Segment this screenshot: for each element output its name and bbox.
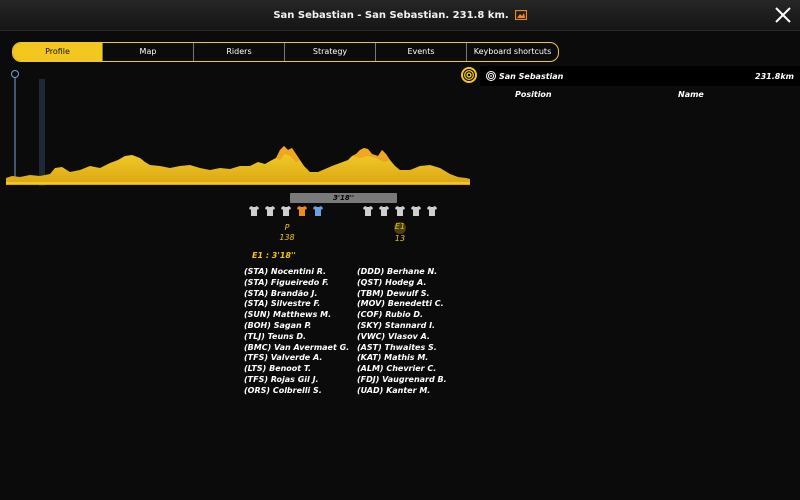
rider-name[interactable]: (STA) Silvestre F. [244,299,349,310]
rider-name[interactable]: (AST) Thwaites S. [357,343,447,354]
race-distance: 231.8km [755,71,794,81]
jersey-icon[interactable] [248,205,260,217]
rider-name[interactable]: (COF) Rubio D. [357,310,447,321]
rider-name[interactable]: (STA) Nocentini R. [244,267,349,278]
column-position[interactable]: Position [515,90,552,99]
rider-name[interactable]: (TFS) Valverde A. [244,353,349,364]
profile-elevation [6,146,470,185]
rider-name[interactable]: (STA) Brandão J. [244,289,349,300]
group-position-bar [39,79,45,186]
rider-name[interactable]: (TBM) Dewulf S. [357,289,447,300]
escape-riders-right: (DDD) Berhane N. (QST) Hodeg A. (TBM) De… [357,267,447,397]
race-row[interactable]: San Sebastian 231.8km [480,66,800,86]
position-marker-icon [11,70,19,78]
jersey-icon[interactable] [312,205,324,217]
escape-riders-left: (STA) Nocentini R. (STA) Figueiredo F. (… [244,267,349,397]
peloton-group[interactable]: P 138 [276,223,298,243]
jersey-icon[interactable] [362,205,374,217]
tab-events[interactable]: Events [376,43,467,61]
tab-riders[interactable]: Riders [194,43,285,61]
jersey-icon[interactable] [426,205,438,217]
tab-profile[interactable]: Profile [13,43,103,61]
tab-bar: Profile Map Riders Strategy Events Keybo… [12,42,559,62]
rider-name[interactable]: (VWC) Vlasov A. [357,332,447,343]
rider-name[interactable]: (TLJ) Teuns D. [244,332,349,343]
profile-baseline [6,182,470,184]
tab-strategy[interactable]: Strategy [285,43,376,61]
rider-name[interactable]: (ORS) Colbrelli S. [244,386,349,397]
tab-map[interactable]: Map [103,43,194,61]
jersey-icon[interactable] [378,205,390,217]
rider-name[interactable]: (BOH) Sagan P. [244,321,349,332]
rider-name[interactable]: (DDD) Berhane N. [357,267,447,278]
title-bar: San Sebastian - San Sebastian. 231.8 km. [0,0,800,31]
rider-name[interactable]: (MOV) Benedetti C. [357,299,447,310]
rider-name[interactable]: (BMC) Van Avermaet G. [244,343,349,354]
column-name[interactable]: Name [678,90,704,99]
jersey-icon[interactable] [280,205,292,217]
rider-name[interactable]: (LTS) Benoot T. [244,364,349,375]
escape-label: E1 [394,222,406,234]
gap-time-bar: 3'18'' [290,193,397,203]
jersey-icon[interactable] [394,205,406,217]
rider-name[interactable]: (SKY) Stannard I. [357,321,447,332]
peloton-count: 138 [279,233,295,242]
rider-name[interactable]: (FDJ) Vaugrenard B. [357,375,447,386]
jersey-icon[interactable] [296,205,308,217]
race-name: San Sebastian [499,71,564,81]
close-icon[interactable] [774,6,792,24]
escape-jerseys [362,205,438,217]
rider-name[interactable]: (STA) Figueiredo F. [244,278,349,289]
rider-name[interactable]: (ALM) Chevrier C. [357,364,447,375]
rider-name[interactable]: (UAD) Kanter M. [357,386,447,397]
escape-group[interactable]: E1 13 [388,222,412,244]
peloton-label: P [284,223,290,232]
rider-name[interactable]: (KAT) Mathis M. [357,353,447,364]
image-icon[interactable] [514,10,527,20]
window-title: San Sebastian - San Sebastian. 231.8 km. [273,9,509,21]
escape-count: 13 [394,234,406,243]
race-profile[interactable] [0,62,475,192]
jersey-icon[interactable] [410,205,422,217]
gap-summary: E1 : 3'18'' [252,251,296,260]
jersey-icon[interactable] [264,205,276,217]
tab-keyboard-shortcuts[interactable]: Keyboard shortcuts [467,43,558,61]
rider-name[interactable]: (SUN) Matthews M. [244,310,349,321]
peloton-jerseys [248,205,324,217]
rider-name[interactable]: (QST) Hodeg A. [357,278,447,289]
target-icon[interactable] [460,66,478,84]
rider-name[interactable]: (TFS) Rojas Gil J. [244,375,349,386]
finish-icon [486,71,496,81]
